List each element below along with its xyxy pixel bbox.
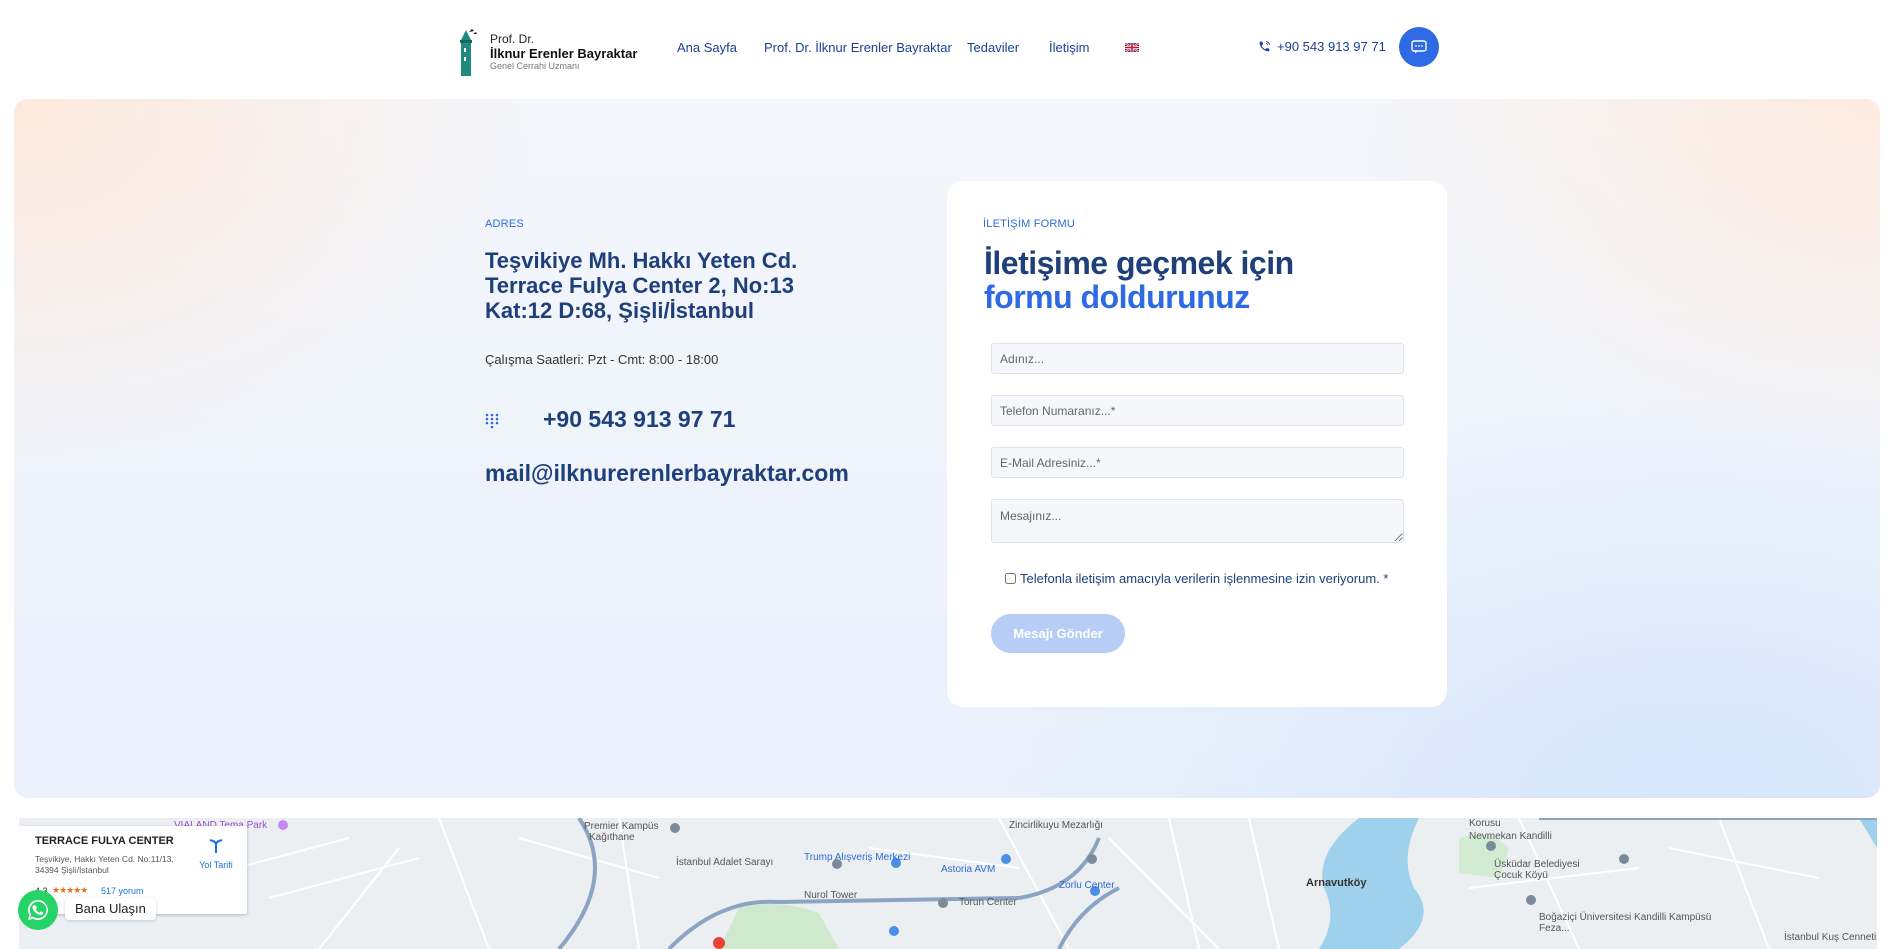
map-label-nurol-tower: Nurol Tower <box>804 890 858 901</box>
submit-button[interactable]: Mesajı Gönder <box>991 614 1125 653</box>
map-label-bogazici-kandilli: Boğaziçi Üniversitesi Kandilli Kampüsü F… <box>1539 912 1712 934</box>
place-card-title: TERRACE FULYA CENTER <box>35 835 174 847</box>
logo-line-3: Genel Cerrahi Uzmanı <box>490 61 580 71</box>
site-logo[interactable]: Prof. Dr. İlknur Erenler Bayraktar Genel… <box>455 26 645 76</box>
chat-button[interactable] <box>1399 27 1439 67</box>
place-card-reviews-link[interactable]: 517 yorum <box>101 886 144 896</box>
directions-button[interactable]: Yol Tarifi <box>197 838 235 870</box>
nav-item-about[interactable]: Prof. Dr. İlknur Erenler Bayraktar <box>764 40 952 55</box>
address-label: ADRES <box>485 218 524 230</box>
map-label-kus-cenneti: İstanbul Kuş Cenneti <box>1784 932 1877 943</box>
logo-line-2: İlknur Erenler Bayraktar <box>490 46 638 61</box>
place-card-stars: ★★★★★ <box>52 885 88 895</box>
contact-form-card: İLETİŞİM FORMU İletişime geçmek için for… <box>947 181 1447 707</box>
chat-bubble-icon <box>1411 40 1427 54</box>
whatsapp-button[interactable] <box>18 890 58 930</box>
name-input[interactable] <box>991 343 1404 374</box>
nav-item-home[interactable]: Ana Sayfa <box>677 40 737 55</box>
header-phone-number: +90 543 913 97 71 <box>1277 39 1386 54</box>
message-textarea[interactable] <box>991 499 1404 543</box>
directions-label: Yol Tarifi <box>199 860 233 870</box>
email-input[interactable] <box>991 447 1404 478</box>
map-label-zincirlikuyu: Zincirlikuyu Mezarlığı <box>1009 820 1103 831</box>
place-card-address: Teşvikiye, Hakkı Yeten Cd. No:11/13, 343… <box>35 854 174 875</box>
map-label-arnavutkoy: Arnavutköy <box>1306 877 1367 889</box>
working-hours: Çalışma Saatleri: Pzt - Cmt: 8:00 - 18:0… <box>485 352 719 367</box>
map-label-korusu: Korusu <box>1469 818 1501 829</box>
directions-icon <box>209 839 223 853</box>
phone-icon <box>1259 41 1270 52</box>
map-label-torun-center: Torun Center <box>959 897 1017 908</box>
contact-email[interactable]: mail@ilknurerenlerbayraktar.com <box>485 460 849 487</box>
map-label-trump: Trump Alışveriş Merkezi <box>804 852 911 863</box>
whatsapp-icon <box>28 900 48 920</box>
map-label-adalet-sarayi: İstanbul Adalet Sarayı <box>676 857 774 868</box>
galata-tower-logo-icon <box>460 29 477 76</box>
form-title-line-2: formu doldurunuz <box>984 279 1250 315</box>
nav-item-treatments[interactable]: Tedaviler <box>967 40 1019 55</box>
map-label-nevmekan: Nevmekan Kandilli <box>1469 831 1552 842</box>
site-header: Prof. Dr. İlknur Erenler Bayraktar Genel… <box>0 0 1899 98</box>
address-text: Teşvikiye Mh. Hakkı Yeten Cd. Terrace Fu… <box>485 248 798 323</box>
form-label: İLETİŞİM FORMU <box>983 218 1076 230</box>
uk-flag-icon[interactable] <box>1125 43 1139 52</box>
keypad-icon <box>485 413 499 429</box>
logo-text: Prof. Dr. İlknur Erenler Bayraktar Genel… <box>490 33 637 72</box>
map-embed[interactable]: VIALAND Tema Park Premier Kampüs Kağıtha… <box>19 818 1877 949</box>
nav-item-contact[interactable]: İletişim <box>1049 40 1089 55</box>
consent-label: Telefonla iletişim amacıyla verilerin iş… <box>1020 571 1389 586</box>
whatsapp-label[interactable]: Bana Ulaşın <box>65 898 156 920</box>
map-label-kagithane: Kağıthane <box>589 832 635 843</box>
map-label-premier-kampus: Premier Kampüs <box>584 821 659 832</box>
map-label-uskudar-cocuk-koyu: Üsküdar Belediyesi Çocuk Köyü <box>1494 859 1580 881</box>
logo-line-1: Prof. Dr. <box>490 32 535 46</box>
phone-input[interactable] <box>991 395 1404 426</box>
contact-phone[interactable]: +90 543 913 97 71 <box>543 406 736 433</box>
map-label-zorlu-center: Zorlu Center <box>1059 880 1115 891</box>
form-title-line-1: İletişime geçmek için <box>984 245 1294 281</box>
consent-checkbox[interactable] <box>1005 573 1016 584</box>
map-label-astoria: Astoria AVM <box>941 864 996 875</box>
